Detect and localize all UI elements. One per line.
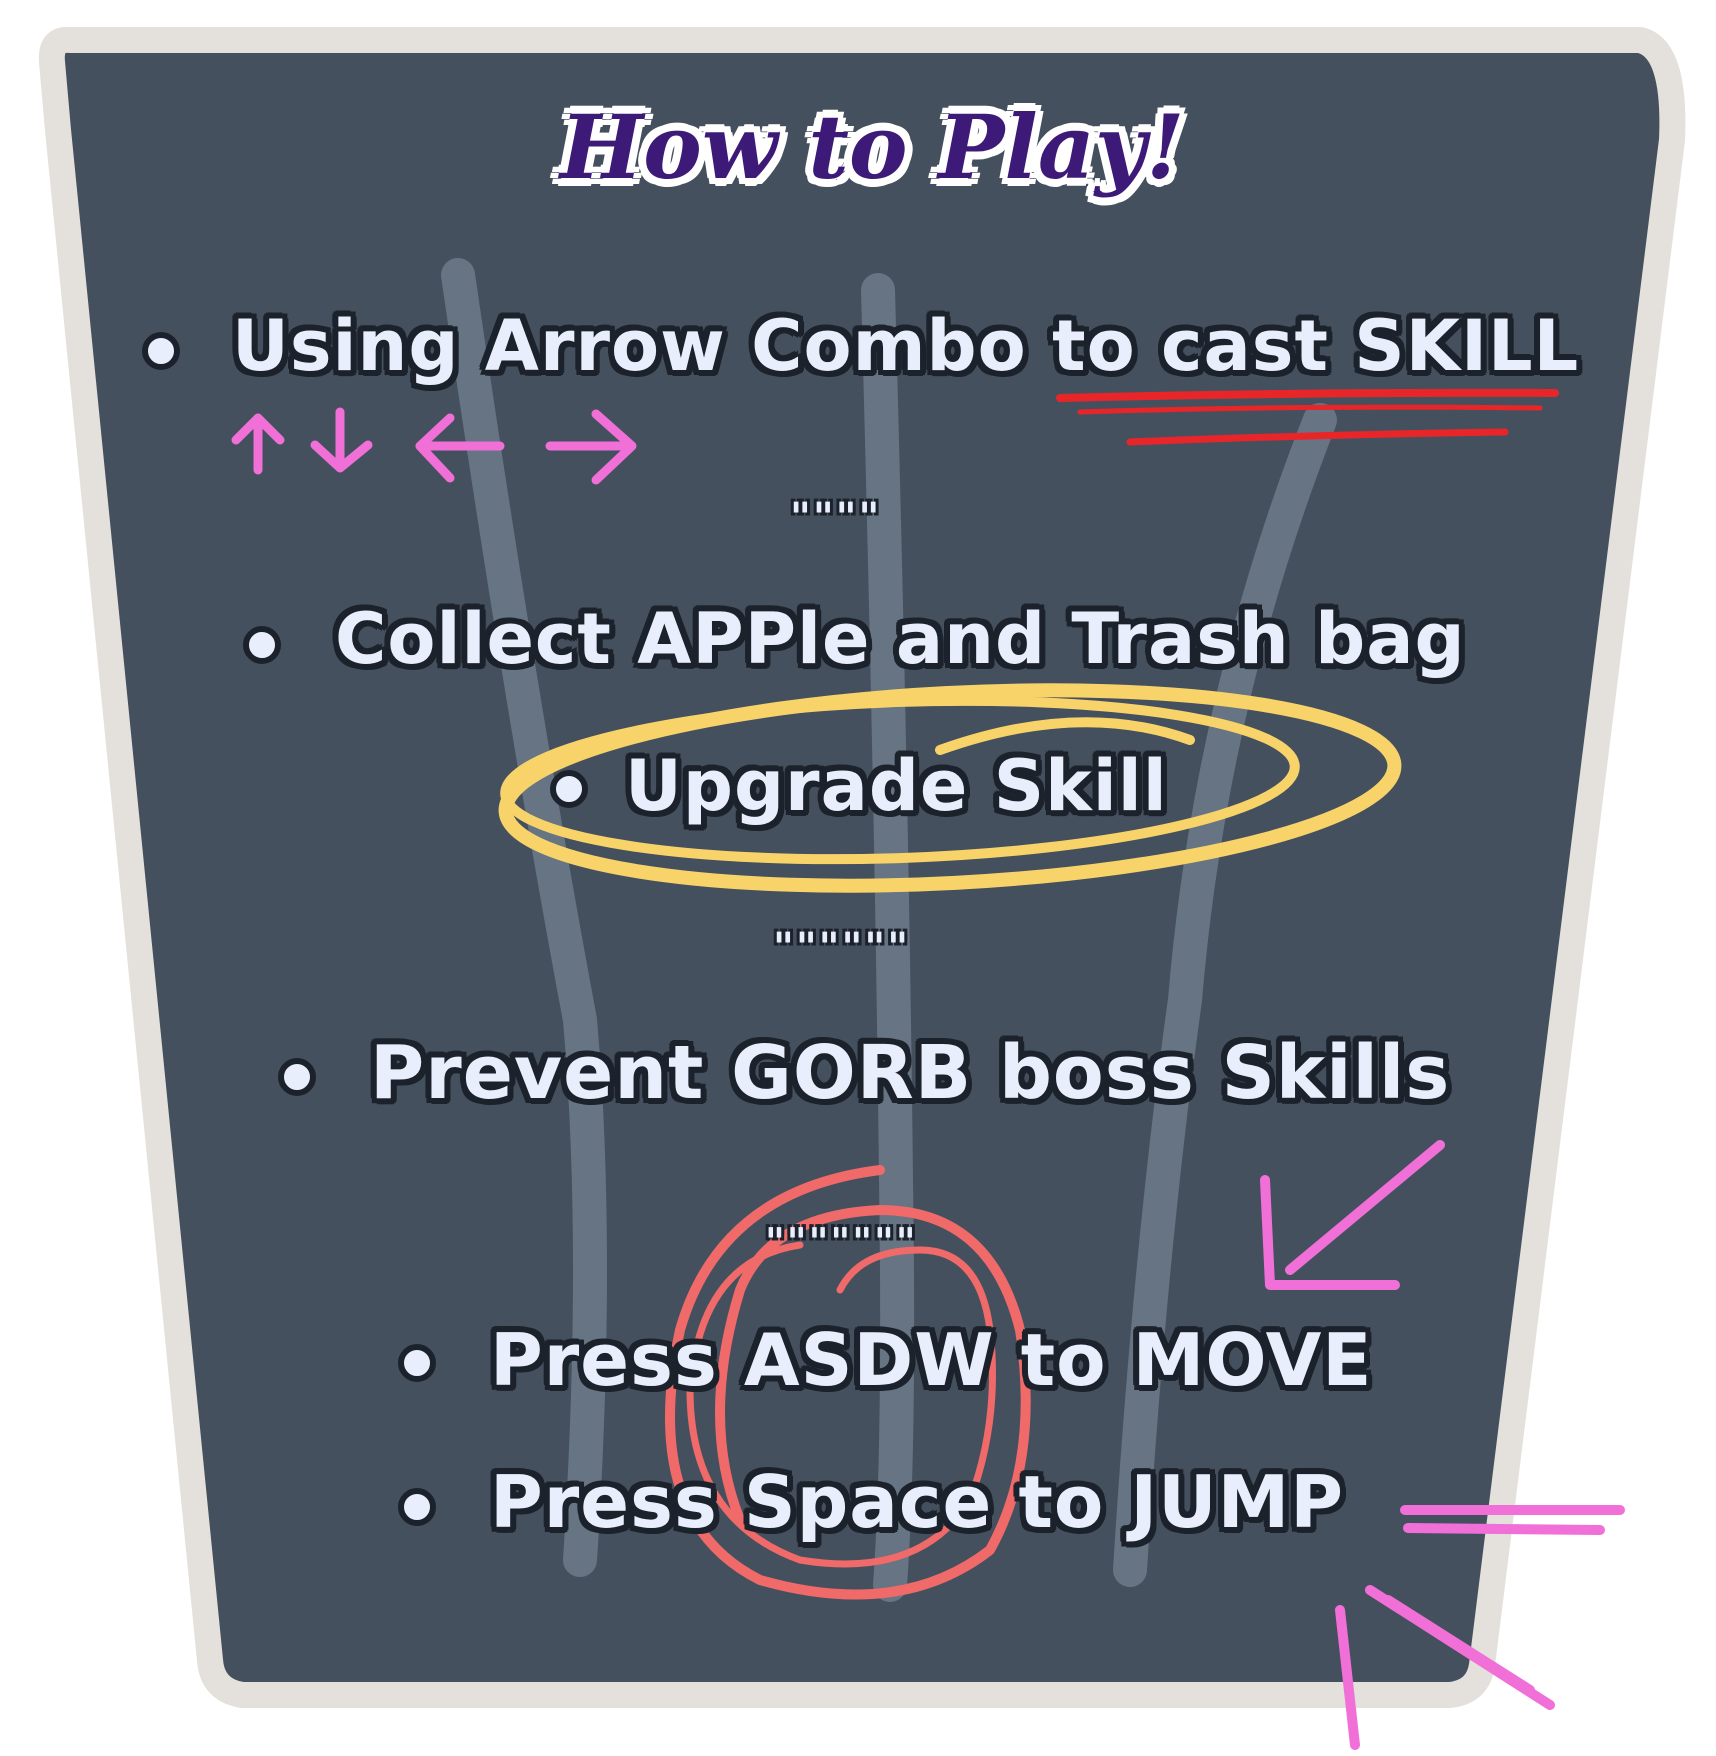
bullet-6 [398, 1488, 436, 1526]
instruction-arrow-combo: Using Arrow Combo to cast SKILL [232, 305, 1580, 387]
instruction-move: Press ASDW to MOVE [490, 1318, 1373, 1402]
separator-3: """"""" [765, 1220, 918, 1264]
instruction-jump: Press Space to JUMP [490, 1460, 1345, 1544]
page-title: How to Play! [560, 95, 1185, 199]
instruction-prevent-boss: Prevent GORB boss Skills [370, 1030, 1451, 1116]
separator-1: """" [790, 495, 882, 541]
bullet-2 [243, 626, 281, 664]
separator-2: """""" [773, 925, 911, 971]
instruction-collect: Collect APPle and Trash bag [335, 598, 1466, 680]
bullet-1 [142, 332, 180, 370]
bullet-3 [550, 770, 588, 808]
bullet-5 [398, 1344, 436, 1382]
bullet-4 [278, 1058, 316, 1096]
instruction-upgrade-skill: Upgrade Skill [625, 745, 1168, 827]
